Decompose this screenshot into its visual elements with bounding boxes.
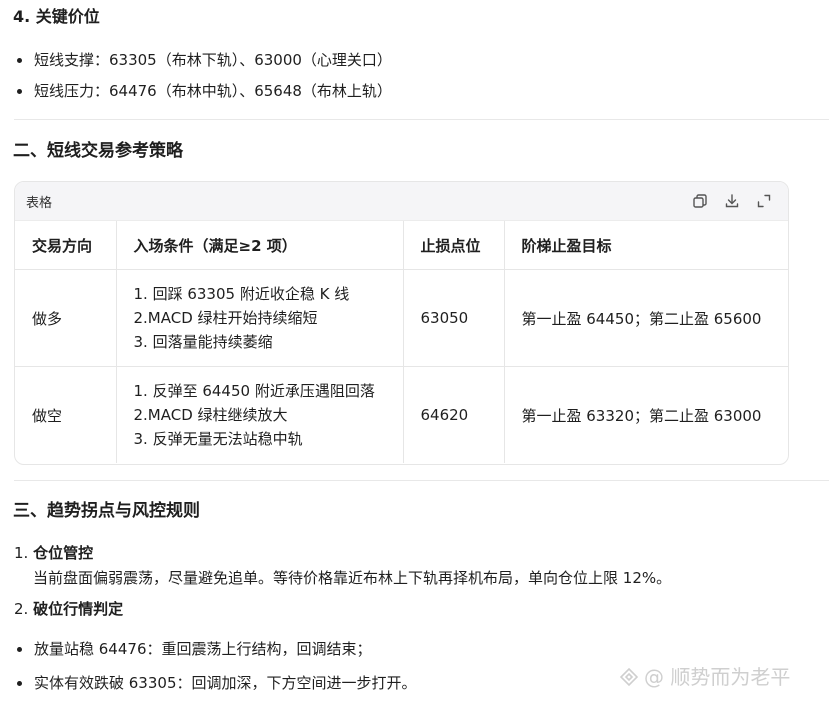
- column-header: 入场条件（满足≥2 项）: [116, 221, 404, 270]
- strategy-table: 交易方向 入场条件（满足≥2 项） 止损点位 阶梯止盈目标 做多 1. 回踩 6…: [15, 221, 788, 463]
- strategy-heading: 二、短线交易参考策略: [13, 141, 183, 161]
- download-icon[interactable]: [724, 193, 740, 209]
- divider: [14, 480, 829, 481]
- risk-item-2-title: 2. 破位行情判定: [14, 599, 123, 619]
- divider: [14, 119, 829, 120]
- risk-heading: 三、趋势拐点与风控规则: [13, 501, 200, 521]
- table-header-row: 交易方向 入场条件（满足≥2 项） 止损点位 阶梯止盈目标: [15, 221, 788, 270]
- list-item: 短线压力：64476（布林中轨）、65648（布林上轨）: [14, 81, 392, 101]
- condition-line: 1. 反弹至 64450 附近承压遇阻回落: [133, 382, 375, 400]
- direction-cell: 做多: [15, 269, 117, 367]
- stop-cell: 63050: [403, 269, 505, 367]
- item-title: 破位行情判定: [33, 600, 124, 618]
- watermark-logo-icon: [618, 666, 640, 688]
- table-label: 表格: [26, 196, 53, 211]
- item-number: 1.: [14, 544, 29, 562]
- column-header: 止损点位: [403, 221, 505, 270]
- targets-cell: 第一止盈 63320；第二止盈 63000: [521, 406, 762, 425]
- watermark: @ 顺势而为老平: [618, 664, 790, 690]
- table-row: 做空 1. 反弹至 64450 附近承压遇阻回落 2.MACD 绿柱继续放大 3…: [15, 366, 788, 463]
- expand-icon[interactable]: [756, 193, 772, 209]
- condition-line: 2.MACD 绿柱开始持续缩短: [133, 309, 318, 327]
- condition-line: 3. 回落量能持续萎缩: [133, 333, 273, 351]
- column-header: 交易方向: [15, 221, 117, 270]
- item-number: 2.: [14, 600, 29, 618]
- list-item: 短线支撑：63305（布林下轨）、63000（心理关口）: [14, 50, 392, 70]
- column-header: 阶梯止盈目标: [504, 221, 788, 270]
- condition-line: 3. 反弹无量无法站稳中轨: [133, 430, 303, 448]
- conditions-cell: 1. 回踩 63305 附近收企稳 K 线 2.MACD 绿柱开始持续缩短 3.…: [116, 269, 404, 367]
- item-title: 仓位管控: [33, 544, 94, 562]
- watermark-text: @ 顺势而为老平: [644, 665, 791, 689]
- condition-line: 1. 回踩 63305 附近收企稳 K 线: [133, 285, 350, 303]
- table-toolbar: 表格: [15, 182, 788, 221]
- key-levels-heading: 4. 关键价位: [13, 7, 100, 26]
- targets-cell: 第一止盈 64450；第二止盈 65600: [504, 269, 788, 367]
- risk-item-1-title: 1. 仓位管控: [14, 543, 93, 563]
- stop-cell: 64620: [403, 366, 505, 463]
- key-levels-list: 短线支撑：63305（布林下轨）、63000（心理关口） 短线压力：64476（…: [14, 50, 392, 101]
- list-item: 放量站稳 64476：重回震荡上行结构，回调结束；: [14, 639, 417, 659]
- direction-cell: 做空: [15, 366, 117, 463]
- list-item: 实体有效跌破 63305：回调加深，下方空间进一步打开。: [14, 673, 417, 693]
- breakout-list: 放量站稳 64476：重回震荡上行结构，回调结束； 实体有效跌破 63305：回…: [14, 639, 417, 693]
- conditions-cell: 1. 反弹至 64450 附近承压遇阻回落 2.MACD 绿柱继续放大 3. 反…: [116, 366, 404, 463]
- strategy-table-card: 表格 交易方向 入场条件（满足≥2 项） 止损点位 阶梯止盈目标 做多 1. 回…: [14, 181, 789, 465]
- table-row: 做多 1. 回踩 63305 附近收企稳 K 线 2.MACD 绿柱开始持续缩短…: [15, 269, 788, 367]
- risk-item-1-body: 当前盘面偏弱震荡，尽量避免追单。等待价格靠近布林上下轨再择机布局，单向仓位上限 …: [33, 569, 672, 587]
- condition-line: 2.MACD 绿柱继续放大: [133, 406, 288, 424]
- copy-icon[interactable]: [692, 193, 708, 209]
